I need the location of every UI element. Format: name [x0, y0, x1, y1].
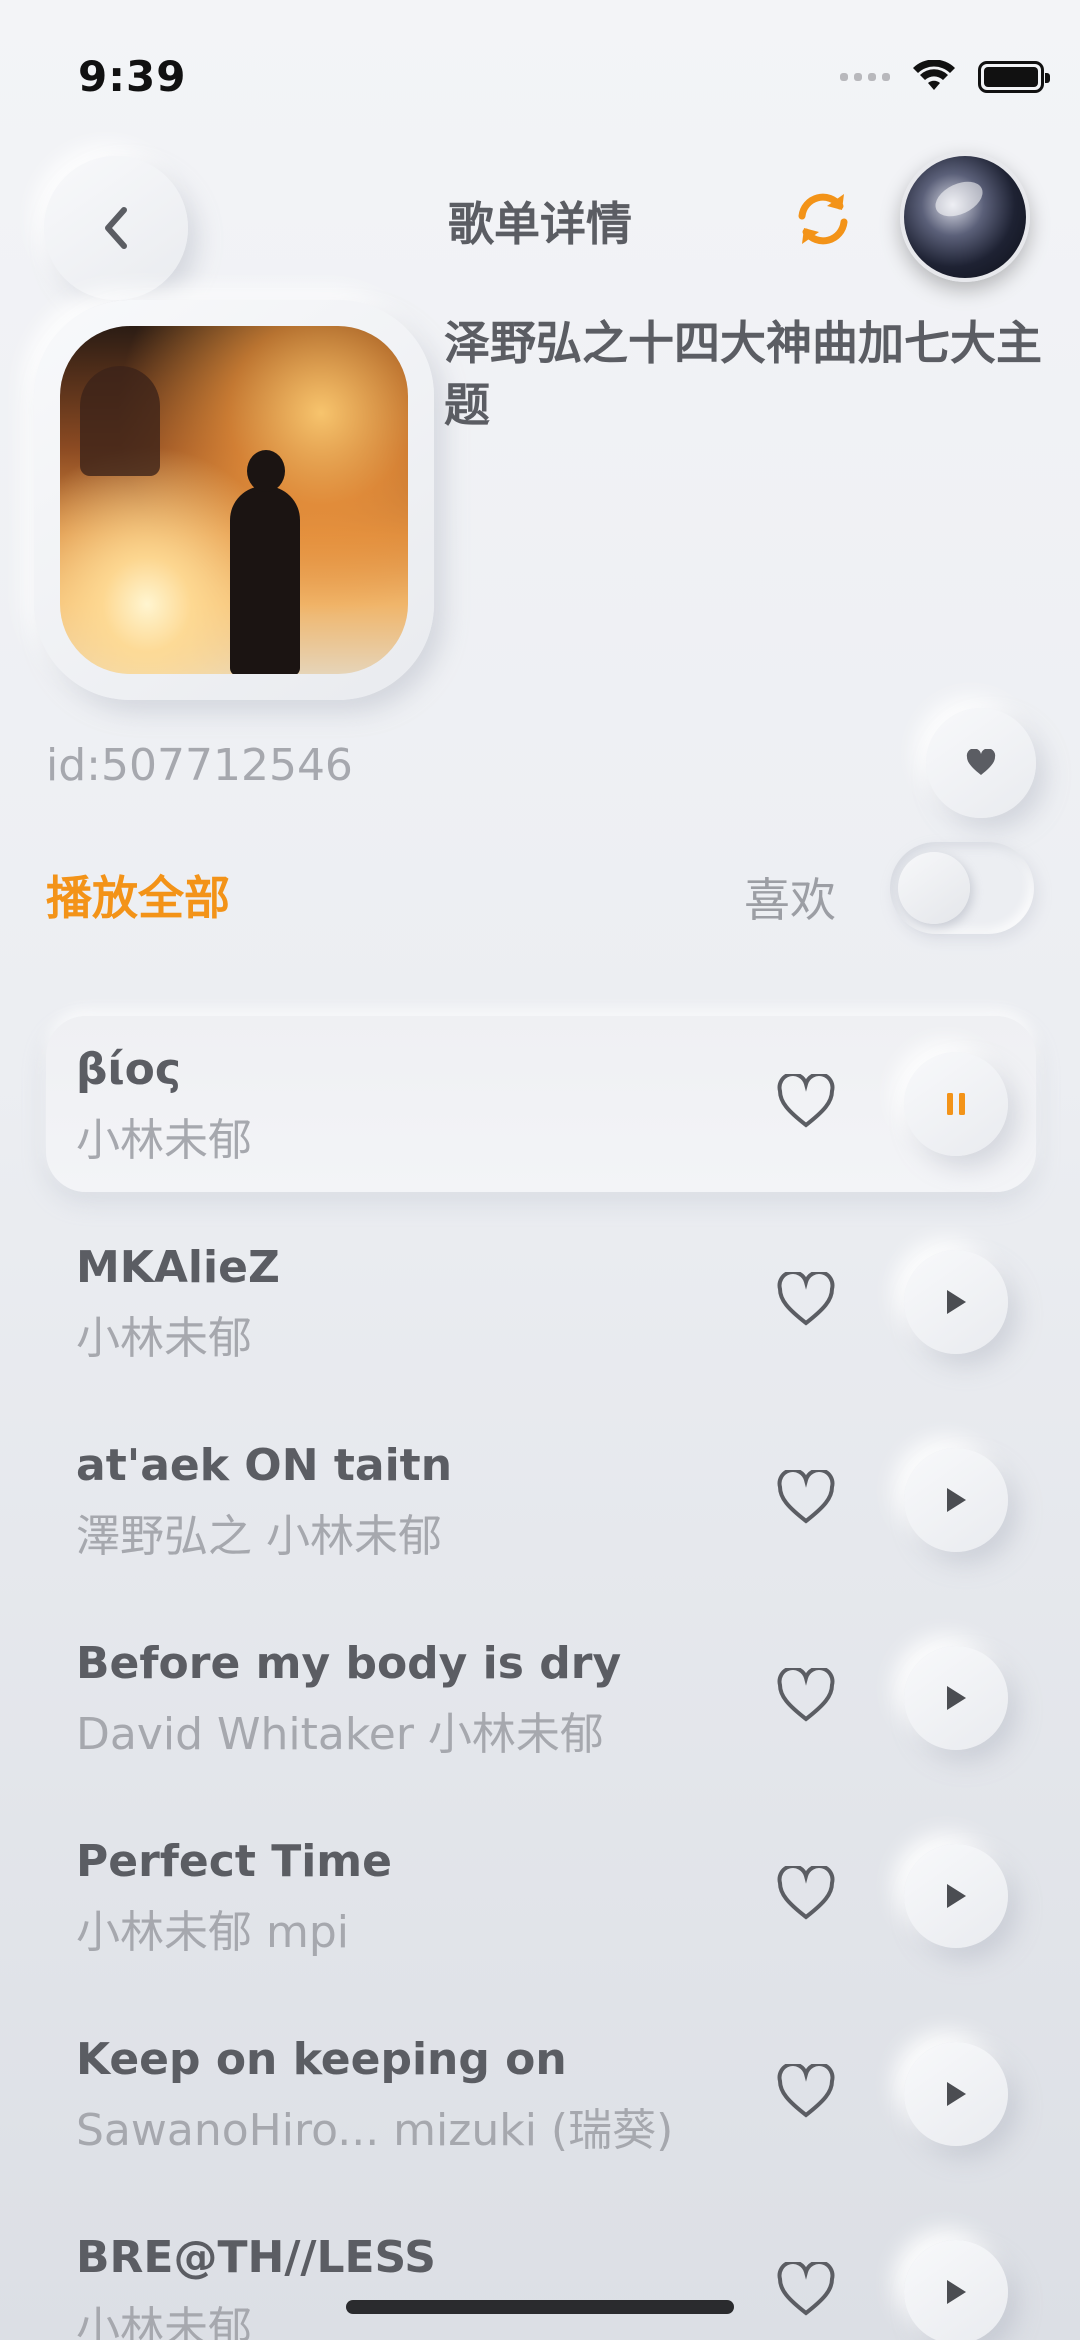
- toggle-knob: [898, 852, 970, 924]
- play-icon: [947, 2082, 966, 2106]
- playlist-name: 泽野弘之十四大神曲加七大主题: [444, 316, 1042, 432]
- refresh-icon: [798, 193, 848, 245]
- heart-outline-icon[interactable]: [776, 1272, 836, 1328]
- like-toggle[interactable]: [890, 842, 1034, 934]
- song-title: MKAlieZ: [76, 1242, 280, 1293]
- battery-icon: [978, 61, 1050, 93]
- song-artist: 小林未郁 mpi: [76, 1907, 350, 1958]
- song-title: BRE@TH//LESS: [76, 2232, 436, 2283]
- song-title: at'aek ON taitn: [76, 1440, 453, 1491]
- signal-icon: [840, 73, 890, 81]
- cover-image: [60, 326, 408, 674]
- song-artist: David Whitaker 小林未郁: [76, 1709, 604, 1760]
- playlist-id: id:507712546: [46, 740, 353, 791]
- heart-outline-icon[interactable]: [776, 1074, 836, 1130]
- song-row[interactable]: Perfect Time 小林未郁 mpi: [46, 1808, 1036, 1984]
- song-row[interactable]: at'aek ON taitn 澤野弘之 小林未郁: [46, 1412, 1036, 1588]
- status-icons: [840, 60, 1050, 94]
- song-row[interactable]: MKAlieZ 小林未郁: [46, 1214, 1036, 1390]
- play-icon: [947, 1884, 966, 1908]
- play-icon: [947, 1290, 966, 1314]
- song-row[interactable]: Before my body is dry David Whitaker 小林未…: [46, 1610, 1036, 1786]
- play-button[interactable]: [904, 1844, 1008, 1948]
- playlist-cover: [34, 300, 434, 700]
- status-time: 9:39: [78, 52, 187, 101]
- play-button[interactable]: [904, 1448, 1008, 1552]
- user-avatar[interactable]: [900, 152, 1030, 282]
- heart-outline-icon[interactable]: [776, 1470, 836, 1526]
- play-button[interactable]: [904, 1646, 1008, 1750]
- heart-outline-icon[interactable]: [776, 1866, 836, 1922]
- song-artist: 小林未郁: [76, 2303, 252, 2340]
- heart-outline-icon[interactable]: [776, 2064, 836, 2120]
- song-artist: 小林未郁: [76, 1115, 252, 1166]
- song-row[interactable]: Keep on keeping on SawanoHiro... mizuki …: [46, 2006, 1036, 2182]
- song-title: βίος: [76, 1044, 181, 1095]
- pause-icon: [947, 1093, 965, 1115]
- song-artist: SawanoHiro... mizuki (瑞葵): [76, 2105, 674, 2156]
- song-list: βίος 小林未郁 MKAlieZ 小林未郁 at'aek ON taitn 澤…: [46, 1016, 1036, 2340]
- play-icon: [947, 1686, 966, 1710]
- home-indicator: [346, 2300, 734, 2314]
- refresh-button[interactable]: [788, 184, 858, 254]
- song-artist: 澤野弘之 小林未郁: [76, 1511, 442, 1562]
- song-title: Before my body is dry: [76, 1638, 622, 1689]
- heart-filled-icon: [966, 749, 996, 775]
- song-row[interactable]: βίος 小林未郁: [46, 1016, 1036, 1192]
- song-row[interactable]: BRE@TH//LESS 小林未郁: [46, 2204, 1036, 2340]
- play-button[interactable]: [904, 1250, 1008, 1354]
- play-icon: [947, 1488, 966, 1512]
- playlist-detail-screen: 9:39 歌单详情 泽野弘之十四大神曲加七大主题 id:507712546 播放…: [0, 0, 1080, 2340]
- favorite-playlist-button[interactable]: [926, 708, 1036, 818]
- heart-outline-icon[interactable]: [776, 1668, 836, 1724]
- song-title: Perfect Time: [76, 1836, 392, 1887]
- play-all-button[interactable]: 播放全部: [46, 862, 230, 928]
- play-button[interactable]: [904, 2042, 1008, 2146]
- pause-button[interactable]: [904, 1052, 1008, 1156]
- play-icon: [947, 2280, 966, 2304]
- wifi-icon: [913, 60, 955, 90]
- song-artist: 小林未郁: [76, 1313, 252, 1364]
- play-button[interactable]: [904, 2240, 1008, 2340]
- song-title: Keep on keeping on: [76, 2034, 567, 2085]
- heart-outline-icon[interactable]: [776, 2262, 836, 2318]
- like-label: 喜欢: [744, 873, 836, 927]
